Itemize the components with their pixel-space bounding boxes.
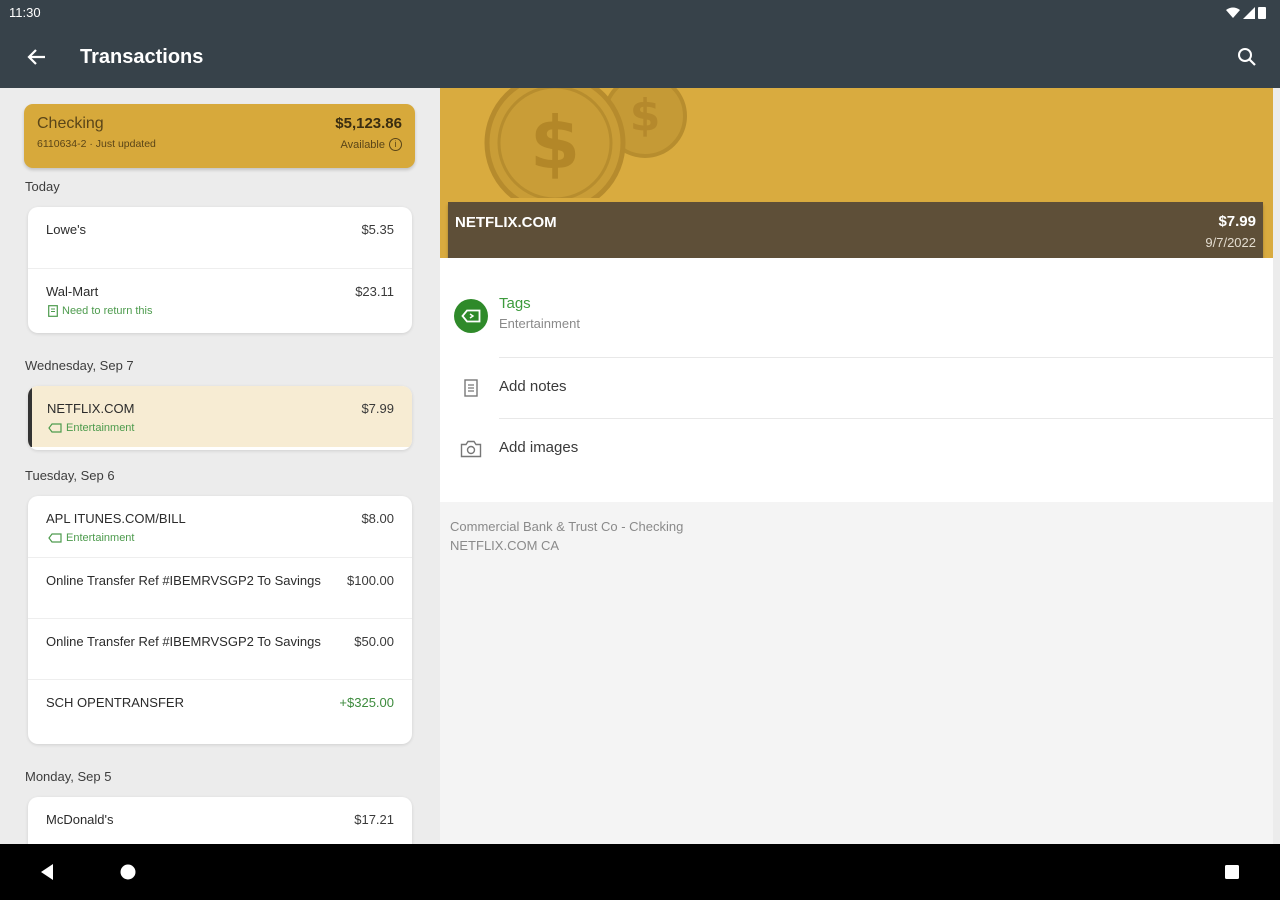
info-icon[interactable]: i (389, 138, 402, 151)
transaction-merchant: Wal-Mart (46, 284, 99, 299)
section-header-sep7: Wednesday, Sep 7 (25, 358, 134, 373)
status-bar: 11:30 (0, 0, 1280, 26)
transaction-merchant: Online Transfer Ref #IBEMRVSGP2 To Savin… (46, 634, 321, 649)
transaction-merchant: Online Transfer Ref #IBEMRVSGP2 To Savin… (46, 573, 321, 588)
transaction-merchant: McDonald's (46, 812, 114, 827)
account-balance: $5,123.86 (335, 115, 402, 132)
transactions-sep6: APL ITUNES.COM/BILL $8.00 Entertainment … (28, 496, 412, 744)
transaction-tag: Entertainment (48, 422, 134, 434)
account-name: Checking (37, 115, 104, 132)
system-nav-bar (0, 844, 1280, 900)
detail-merchant: NETFLIX.COM (455, 214, 557, 231)
tag-text: Entertainment (66, 422, 135, 434)
transaction-row[interactable]: Online Transfer Ref #IBEMRVSGP2 To Savin… (28, 557, 412, 618)
wifi-icon (1226, 7, 1240, 18)
transaction-note: Need to return this (48, 305, 153, 317)
add-images-row[interactable]: Add images (440, 419, 1273, 479)
detail-hero: $ $ NETFLIX.COM $7.99 9/7/2022 (440, 88, 1273, 258)
battery-icon (1258, 7, 1266, 19)
transaction-row[interactable]: McDonald's $17.21 (28, 797, 412, 844)
system-icons (1226, 6, 1266, 19)
transaction-amount: $23.11 (355, 284, 394, 299)
transaction-row-selected[interactable]: NETFLIX.COM $7.99 Entertainment (28, 386, 412, 447)
detail-banner: NETFLIX.COM $7.99 9/7/2022 (448, 202, 1263, 258)
nav-recents-icon[interactable] (1221, 861, 1243, 883)
nav-back-icon[interactable] (37, 861, 59, 883)
transaction-row[interactable]: Wal-Mart $23.11 Need to return this (28, 268, 412, 329)
app-bar: Transactions (0, 26, 1280, 88)
account-source: Commercial Bank & Trust Co - Checking (450, 519, 684, 534)
svg-text:$: $ (630, 90, 661, 141)
transaction-row[interactable]: APL ITUNES.COM/BILL $8.00 Entertainment (28, 496, 412, 557)
transaction-list-panel: Checking 6110634-2 · Just updated $5,123… (0, 88, 438, 844)
transactions-sep5: McDonald's $17.21 (28, 797, 412, 844)
notes-icon (454, 371, 488, 405)
transaction-merchant: APL ITUNES.COM/BILL (46, 511, 186, 526)
transactions-today: Lowe's $5.35 Wal-Mart $23.11 Need to ret… (28, 207, 412, 333)
page-title: Transactions (80, 46, 204, 68)
note-icon (48, 305, 58, 317)
detail-amount: $7.99 (1218, 213, 1256, 230)
status-time: 11:30 (9, 5, 41, 20)
search-icon[interactable] (1236, 46, 1258, 68)
transactions-sep7: NETFLIX.COM $7.99 Entertainment (28, 386, 412, 450)
add-images-label: Add images (499, 439, 579, 456)
raw-description: NETFLIX.COM CA (450, 538, 560, 553)
transaction-amount: $17.21 (354, 812, 394, 827)
transaction-amount: $7.99 (361, 401, 394, 416)
nav-home-icon[interactable] (117, 861, 139, 883)
coins-illustration: $ $ (484, 88, 687, 198)
add-notes-label: Add notes (499, 378, 567, 395)
tags-value: Entertainment (499, 316, 580, 331)
available-text: Available (340, 138, 385, 151)
transaction-merchant: SCH OPENTRANSFER (46, 695, 184, 710)
tags-row[interactable]: Tags Entertainment (440, 286, 1273, 346)
available-label: Available i (341, 138, 402, 151)
tag-text: Entertainment (66, 532, 135, 544)
tags-label: Tags (499, 295, 531, 312)
transaction-tag: Entertainment (48, 532, 134, 544)
section-header-today: Today (25, 179, 60, 194)
detail-options: Tags Entertainment Add notes Add images (440, 258, 1273, 502)
transaction-amount: $8.00 (361, 511, 394, 526)
transaction-detail-panel: $ $ NETFLIX.COM $7.99 9/7/2022 Tags Ente… (440, 88, 1273, 844)
transaction-row[interactable]: Lowe's $5.35 (28, 207, 412, 268)
tag-icon (48, 533, 62, 543)
tag-icon (454, 299, 488, 333)
transaction-row[interactable]: SCH OPENTRANSFER +$325.00 (28, 679, 412, 740)
note-text: Need to return this (62, 305, 153, 317)
tag-icon (48, 423, 62, 433)
back-arrow-icon[interactable] (26, 46, 48, 68)
camera-icon (454, 432, 488, 466)
transaction-amount: +$325.00 (339, 695, 394, 710)
transaction-merchant: NETFLIX.COM (47, 401, 135, 416)
add-notes-row[interactable]: Add notes (440, 358, 1273, 418)
account-card[interactable]: Checking 6110634-2 · Just updated $5,123… (24, 104, 415, 168)
svg-text:$: $ (530, 101, 580, 185)
section-header-sep6: Tuesday, Sep 6 (25, 468, 115, 483)
section-header-sep5: Monday, Sep 5 (25, 769, 112, 784)
detail-date: 9/7/2022 (1205, 235, 1256, 250)
account-number: 6110634-2 · Just updated (37, 138, 156, 150)
transaction-amount: $5.35 (361, 222, 394, 237)
signal-icon (1243, 6, 1255, 19)
transaction-amount: $100.00 (347, 573, 394, 588)
transaction-amount: $50.00 (354, 634, 394, 649)
transaction-row[interactable]: Online Transfer Ref #IBEMRVSGP2 To Savin… (28, 618, 412, 679)
transaction-merchant: Lowe's (46, 222, 87, 237)
